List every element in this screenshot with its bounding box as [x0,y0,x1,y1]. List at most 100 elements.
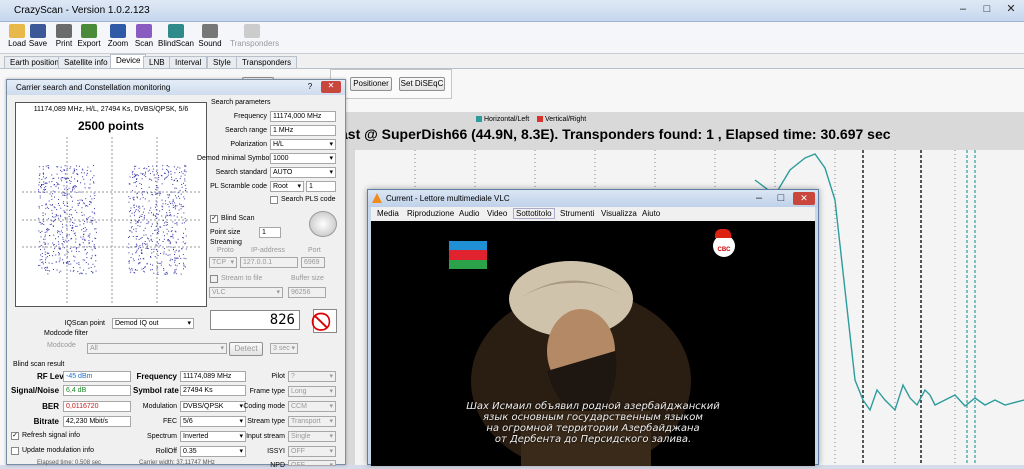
tab-device[interactable]: Device [110,54,147,69]
constellation-point [56,214,58,216]
constellation-point [140,183,142,185]
buffer-size-input[interactable]: 96256 [288,287,326,298]
constellation-point [81,199,83,201]
frequency-input[interactable]: 11174,000 MHz [270,111,336,122]
input-stream-select[interactable]: Single [288,431,336,442]
satellite-dish-icon[interactable] [309,211,337,237]
pls-mode-select[interactable]: Root [270,181,304,192]
constellation-point [133,205,135,207]
vlc-minimize-button[interactable]: – [748,192,770,206]
rolloff-select[interactable]: 0.35 [180,446,246,457]
menu-visualizza[interactable]: Visualizza [601,209,637,218]
positioner-button[interactable]: Positioner [350,77,392,91]
update-modulation-checkbox[interactable] [11,447,19,455]
constellation-point [56,181,58,183]
constellation-point [184,218,186,220]
constellation-point [83,223,85,225]
frame-type-select[interactable]: Long [288,386,336,397]
constellation-point [75,248,77,250]
sound-button[interactable]: Sound [194,23,226,53]
menu-audio[interactable]: Audio [459,209,479,218]
spectrum-select[interactable]: Inverted [180,431,246,442]
stop-icon[interactable]: ⃠ [313,309,337,333]
constellation-point [71,188,73,190]
minimize-button[interactable]: – [952,3,974,17]
detect-button[interactable]: Detect [229,342,263,356]
constellation-point [68,187,70,189]
constellation-point [94,254,96,256]
constellation-point [182,253,184,255]
search-pls-checkbox[interactable] [270,196,278,204]
modulation-select[interactable]: DVBS/QPSK [180,401,246,412]
constellation-point [160,264,162,266]
constellation-point [139,258,141,260]
ip-input[interactable]: 127.0.0.1 [240,257,298,268]
constellation-point [178,255,180,257]
scan-button[interactable]: Scan [128,23,160,53]
constellation-point [155,225,157,227]
close-button[interactable]: ✕ [1000,3,1022,17]
iqscan-select[interactable]: Demod IQ out [112,318,194,329]
modcode-select[interactable]: All [87,343,227,354]
min-sr-select[interactable]: 1000 [270,153,336,164]
constellation-point [52,178,54,180]
menu-aiuto[interactable]: Aiuto [642,209,660,218]
constellation-point [39,173,41,175]
stream-type-select[interactable]: Transport [288,416,336,427]
video-area[interactable]: CBC Шах Исмаил объявил родной азербайджа… [371,221,815,466]
issyi-select[interactable]: OFF [288,446,336,457]
constellation-point [87,263,89,265]
menu-video[interactable]: Video [487,209,507,218]
vlc-maximize-button[interactable]: □ [770,192,792,206]
menu-media[interactable]: Media [377,209,399,218]
constellation-point [171,259,173,261]
player-select[interactable]: VLC [209,287,283,298]
detect-time-select[interactable]: 3 sec [270,343,298,354]
modcode-filter-label: Modcode filter [44,330,88,337]
polarization-select[interactable]: H/L [270,139,336,150]
menu-sottotitolo[interactable]: Sottotitolo [513,208,555,219]
blindscan-button[interactable]: BlindScan [158,23,194,53]
constellation-point [58,261,60,263]
constellation-point [175,178,177,180]
constellation-point [84,205,86,207]
menu-strumenti[interactable]: Strumenti [560,209,594,218]
pilot-select[interactable]: ? [288,371,336,382]
constellation-point [48,262,50,264]
transponders-button[interactable]: Transponders [230,23,279,53]
constellation-point [41,205,43,207]
carrier-width: Carrier width: 37,11747 MHz [139,460,215,466]
constellation-point [183,196,185,198]
set-diseqc-button[interactable]: Set DiSEqC [399,77,445,91]
constellation-point [75,225,77,227]
menu-riproduzione[interactable]: Riproduzione [407,209,454,218]
npd-select[interactable]: OFF [288,460,336,466]
refresh-signal-checkbox[interactable]: ✓ [11,432,19,440]
constellation-point [155,209,157,211]
vlc-close-button[interactable]: ✕ [793,192,815,205]
maximize-button[interactable]: □ [976,3,998,17]
constellation-point [131,190,133,192]
constellation-point [45,269,47,271]
blind-scan-checkbox[interactable]: ✓ [210,215,218,223]
constellation-point [51,198,53,200]
fec-select[interactable]: 5/6 [180,416,246,427]
pls-value-input[interactable]: 1 [306,181,336,192]
constellation-point [49,224,51,226]
point-size-input[interactable]: 1 [259,227,281,238]
constellation-point [45,266,47,268]
constellation-point [134,272,136,274]
export-button[interactable]: Export [73,23,105,53]
proto-select[interactable]: TCP [209,257,237,268]
coding-mode-select[interactable]: CCM [288,401,336,412]
stream-to-file-checkbox[interactable] [210,275,218,283]
help-icon[interactable]: ? [303,82,317,93]
search-range-input[interactable]: 1 MHz [270,125,336,136]
port-input[interactable]: 6969 [301,257,325,268]
search-standard-select[interactable]: AUTO [270,167,336,178]
constellation-point [143,168,145,170]
constellation-point [174,223,176,225]
constellation-point [169,215,171,217]
constellation-point [185,235,187,237]
close-icon[interactable]: ✕ [321,81,341,93]
